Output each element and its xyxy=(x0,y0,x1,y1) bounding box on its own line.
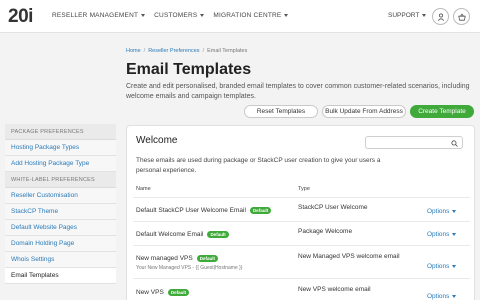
options-label: Options xyxy=(427,293,450,300)
welcome-panel: Welcome These emails are used during pac… xyxy=(126,125,475,300)
chevron-down-icon xyxy=(452,295,457,298)
sidebar-item-add-hosting-package-type[interactable]: Add Hosting Package Type xyxy=(5,156,116,172)
template-name[interactable]: New VPS Default xyxy=(136,289,190,296)
template-type: StackCP User Welcome xyxy=(298,204,368,211)
default-badge: Default xyxy=(196,255,218,262)
template-type: Package Welcome xyxy=(298,228,353,235)
options-dropdown[interactable]: Options xyxy=(427,231,457,238)
chevron-down-icon xyxy=(141,14,146,17)
reset-templates-button[interactable]: Reset Templates xyxy=(244,105,318,118)
breadcrumb-reseller-preferences[interactable]: Reseller Preferences xyxy=(148,48,199,54)
sidebar: PACKAGE PREFERENCES Hosting Package Type… xyxy=(5,124,116,284)
breadcrumb-current: Email Templates xyxy=(207,48,248,54)
bulk-update-button[interactable]: Bulk Update From Address xyxy=(322,105,406,118)
table-row: Default Welcome Email Default Package Wel… xyxy=(133,221,470,245)
search-icon xyxy=(451,139,458,147)
template-name-text: Default StackCP User Welcome Email xyxy=(136,207,246,214)
table-row: New managed VPS Default Your New Managed … xyxy=(133,245,470,278)
search-input[interactable] xyxy=(365,136,463,149)
template-subject: Your New Managed VPS - {{ Guest|Hostname… xyxy=(136,265,243,271)
chevron-down-icon xyxy=(422,14,427,17)
nav-reseller-management[interactable]: RESELLER MANAGEMENT xyxy=(52,12,146,19)
column-header-name: Name xyxy=(136,186,151,192)
breadcrumb-separator: / xyxy=(143,48,146,54)
panel-description: These emails are used during package or … xyxy=(136,157,381,174)
template-type: New Managed VPS welcome email xyxy=(298,253,400,260)
sidebar-item-whois-settings[interactable]: Whois Settings xyxy=(5,252,116,268)
nav-label: CUSTOMERS xyxy=(154,12,198,19)
nav-migration-centre[interactable]: MIGRATION CENTRE xyxy=(213,12,289,19)
nav-support[interactable]: SUPPORT xyxy=(388,12,427,19)
default-badge: Default xyxy=(207,231,229,238)
column-header-type: Type xyxy=(298,186,310,192)
sidebar-item-domain-holding-page[interactable]: Domain Holding Page xyxy=(5,236,116,252)
logo-text: 20i xyxy=(8,6,33,27)
nav-label: SUPPORT xyxy=(388,12,420,19)
chevron-down-icon xyxy=(452,233,457,236)
chevron-down-icon xyxy=(200,14,205,17)
sidebar-item-reseller-customisation[interactable]: Reseller Customisation xyxy=(5,188,116,204)
template-type: New VPS welcome email xyxy=(298,286,371,293)
template-name[interactable]: New managed VPS Default xyxy=(136,255,218,262)
chevron-down-icon xyxy=(452,210,457,213)
default-badge: Default xyxy=(167,289,190,296)
options-dropdown[interactable]: Options xyxy=(427,263,457,270)
brand-logo[interactable]: 20i xyxy=(8,6,33,28)
sidebar-item-email-templates[interactable]: Email Templates xyxy=(5,268,116,284)
template-name-text: New VPS xyxy=(136,289,164,296)
account-button[interactable] xyxy=(432,8,449,25)
options-label: Options xyxy=(427,208,450,215)
options-dropdown[interactable]: Options xyxy=(427,293,457,300)
sidebar-item-stackcp-theme[interactable]: StackCP Theme xyxy=(5,204,116,220)
basket-icon xyxy=(457,13,466,21)
sidebar-group-package: PACKAGE PREFERENCES xyxy=(5,124,116,140)
template-name-text: New managed VPS xyxy=(136,255,193,262)
chevron-down-icon xyxy=(452,265,457,268)
breadcrumb-separator: / xyxy=(202,48,205,54)
template-name[interactable]: Default StackCP User Welcome Email Defaul… xyxy=(136,207,272,214)
template-name[interactable]: Default Welcome Email Default xyxy=(136,231,229,238)
sidebar-item-hosting-package-types[interactable]: Hosting Package Types xyxy=(5,140,116,156)
table-row: New VPS Default New VPS welcome email Opt… xyxy=(133,278,470,300)
create-template-button[interactable]: Create Template xyxy=(410,105,474,118)
options-label: Options xyxy=(427,231,450,238)
panel-title: Welcome xyxy=(136,135,178,146)
nav-label: RESELLER MANAGEMENT xyxy=(52,12,139,19)
default-badge: Default xyxy=(249,207,272,214)
nav-label: MIGRATION CENTRE xyxy=(213,12,282,19)
breadcrumb-home[interactable]: Home xyxy=(126,48,141,54)
table-row: Default StackCP User Welcome Email Defaul… xyxy=(133,197,470,221)
sidebar-item-default-website-pages[interactable]: Default Website Pages xyxy=(5,220,116,236)
breadcrumb: Home / Reseller Preferences / Email Template… xyxy=(126,48,247,54)
sidebar-group-white-label: WHITE-LABEL PREFERENCES xyxy=(5,172,116,188)
options-dropdown[interactable]: Options xyxy=(427,208,457,215)
page-intro: Create and edit personalised, branded em… xyxy=(126,83,470,100)
user-icon xyxy=(437,13,444,21)
top-navbar: 20i RESELLER MANAGEMENT CUSTOMERS MIGRAT… xyxy=(0,0,480,33)
options-label: Options xyxy=(427,263,450,270)
main-nav: RESELLER MANAGEMENT CUSTOMERS MIGRATION … xyxy=(52,12,297,19)
template-name-text: Default Welcome Email xyxy=(136,231,204,238)
nav-customers[interactable]: CUSTOMERS xyxy=(154,12,205,19)
page-title: Email Templates xyxy=(126,61,252,78)
chevron-down-icon xyxy=(284,14,289,17)
basket-button[interactable] xyxy=(453,8,470,25)
